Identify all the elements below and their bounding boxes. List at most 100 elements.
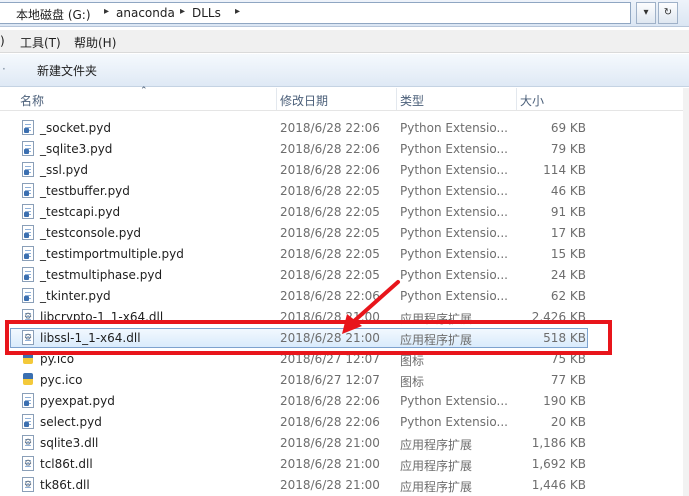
file-row[interactable]: sqlite3.dll 2018/6/28 21:00 应用程序扩展 1,186 KB: [0, 433, 689, 454]
file-row[interactable]: _testbuffer.pyd 2018/6/28 22:05 Python Ext…: [0, 181, 689, 202]
column-divider[interactable]: [396, 88, 397, 110]
column-header-size[interactable]: 大小: [520, 92, 544, 109]
file-row[interactable]: _testconsole.pyd 2018/6/28 22:05 Python Ex…: [0, 223, 689, 244]
menu-item-partial[interactable]: ): [0, 34, 5, 48]
file-row[interactable]: _sqlite3.pyd 2018/6/28 22:06 Python Extens…: [0, 139, 689, 160]
file-name: pyexpat.pyd: [40, 394, 115, 408]
column-divider[interactable]: [516, 88, 517, 110]
file-type: Python Extensio...: [400, 205, 508, 219]
file-name: libssl-1_1-x64.dll: [40, 331, 141, 345]
dll-file-icon: [22, 477, 34, 492]
file-type: 应用程序扩展: [400, 480, 473, 494]
column-divider[interactable]: [276, 88, 277, 110]
scrollbar[interactable]: [683, 88, 689, 496]
pyd-file-icon: [22, 393, 34, 408]
file-row[interactable]: _testcapi.pyd 2018/6/28 22:05 Python Exten…: [0, 202, 689, 223]
file-name: _testcapi.pyd: [40, 205, 121, 219]
file-row[interactable]: pyexpat.pyd 2018/6/28 22:06 Python Extensi…: [0, 391, 689, 412]
file-size: 46 KB: [550, 184, 586, 198]
file-size: 69 KB: [550, 121, 586, 135]
file-modified-date: 2018/6/28 21:00: [280, 478, 380, 492]
pyd-file-icon: [22, 267, 34, 282]
file-row-selected[interactable]: libssl-1_1-x64.dll 2018/6/28 21:00 应用程序扩展 5…: [0, 328, 689, 349]
breadcrumb-drive[interactable]: 本地磁盘 (G:): [16, 6, 91, 23]
column-header-date[interactable]: 修改日期: [280, 92, 328, 109]
file-size: 190 KB: [543, 394, 586, 408]
file-modified-date: 2018/6/28 21:00: [280, 457, 380, 471]
command-toolbar: · 新建文件夹: [0, 54, 689, 87]
file-modified-date: 2018/6/28 21:00: [280, 331, 380, 345]
file-name: py.ico: [40, 352, 75, 366]
file-name: _testimportmultiple.pyd: [40, 247, 184, 261]
file-name: _tkinter.pyd: [40, 289, 111, 303]
menu-item-tools[interactable]: 工具(T): [20, 34, 61, 51]
file-size: 24 KB: [550, 268, 586, 282]
menu-bar: ) 工具(T) 帮助(H): [0, 30, 689, 53]
toolbar-partial-item[interactable]: ·: [2, 62, 6, 76]
file-type: 图标: [400, 354, 425, 368]
file-type: 应用程序扩展: [400, 312, 473, 326]
file-name: _sqlite3.pyd: [40, 142, 113, 156]
file-size: 91 KB: [550, 205, 586, 219]
pyd-file-icon: [22, 162, 34, 177]
column-header-type[interactable]: 类型: [400, 92, 424, 109]
address-dropdown-icon[interactable]: ▾: [636, 2, 656, 24]
file-modified-date: 2018/6/28 22:06: [280, 415, 380, 429]
file-size: 15 KB: [550, 247, 586, 261]
file-type: 应用程序扩展: [400, 438, 473, 452]
file-size: 1,692 KB: [531, 457, 586, 471]
file-size: 2,426 KB: [531, 310, 586, 324]
file-row[interactable]: tcl86t.dll 2018/6/28 21:00 应用程序扩展 1,692 KB: [0, 454, 689, 475]
breadcrumb-separator-icon[interactable]: ▸: [180, 6, 185, 17]
file-modified-date: 2018/6/28 22:05: [280, 268, 380, 282]
file-size: 20 KB: [550, 415, 586, 429]
file-size: 79 KB: [550, 142, 586, 156]
new-folder-button[interactable]: 新建文件夹: [37, 62, 97, 79]
file-row[interactable]: libcrypto-1_1-x64.dll 2018/6/28 21:00 应用程序…: [0, 307, 689, 328]
file-size: 114 KB: [543, 163, 586, 177]
file-type: Python Extensio...: [400, 226, 508, 240]
file-size: 1,186 KB: [531, 436, 586, 450]
file-row[interactable]: select.pyd 2018/6/28 22:06 Python Extensio…: [0, 412, 689, 433]
file-size: 62 KB: [550, 289, 586, 303]
file-row[interactable]: pyc.ico 2018/6/27 12:07 图标 77 KB: [0, 370, 689, 391]
dll-file-icon: [22, 330, 34, 345]
file-row[interactable]: _testmultiphase.pyd 2018/6/28 22:05 Python…: [0, 265, 689, 286]
file-row[interactable]: _socket.pyd 2018/6/28 22:06 Python Extensi…: [0, 118, 689, 139]
menu-item-help[interactable]: 帮助(H): [74, 34, 116, 51]
column-header-name[interactable]: 名称: [20, 92, 44, 109]
file-name: pyc.ico: [40, 373, 83, 387]
refresh-icon[interactable]: ↻: [658, 2, 678, 24]
breadcrumb-separator-icon[interactable]: ▸: [235, 6, 240, 17]
dll-file-icon: [22, 456, 34, 471]
address-path-box[interactable]: 本地磁盘 (G:) ▸ anaconda ▸ DLLs ▸: [0, 2, 631, 24]
file-type: Python Extensio...: [400, 268, 508, 282]
file-row[interactable]: py.ico 2018/6/27 12:07 图标 75 KB: [0, 349, 689, 370]
dll-file-icon: [22, 309, 34, 324]
breadcrumb-separator-icon[interactable]: ▸: [104, 6, 109, 17]
file-row[interactable]: tk86t.dll 2018/6/28 21:00 应用程序扩展 1,446 KB: [0, 475, 689, 496]
breadcrumb-anaconda[interactable]: anaconda: [116, 6, 175, 20]
file-name: _socket.pyd: [40, 121, 111, 135]
file-row[interactable]: _ssl.pyd 2018/6/28 22:06 Python Extensio..…: [0, 160, 689, 181]
pyd-file-icon: [22, 288, 34, 303]
file-type: Python Extensio...: [400, 394, 508, 408]
file-modified-date: 2018/6/28 22:05: [280, 205, 380, 219]
file-name: tk86t.dll: [40, 478, 90, 492]
file-type: 应用程序扩展: [400, 333, 473, 347]
file-size: 75 KB: [550, 352, 586, 366]
breadcrumb-dlls[interactable]: DLLs: [192, 6, 221, 20]
file-name: sqlite3.dll: [40, 436, 99, 450]
file-type: Python Extensio...: [400, 163, 508, 177]
python-ico-icon: [22, 351, 34, 366]
pyd-file-icon: [22, 414, 34, 429]
file-type: Python Extensio...: [400, 289, 508, 303]
file-type: 图标: [400, 375, 425, 389]
file-modified-date: 2018/6/28 22:05: [280, 247, 380, 261]
file-row[interactable]: _tkinter.pyd 2018/6/28 22:06 Python Extens…: [0, 286, 689, 307]
file-row[interactable]: _testimportmultiple.pyd 2018/6/28 22:05 Py…: [0, 244, 689, 265]
file-modified-date: 2018/6/28 22:06: [280, 142, 380, 156]
file-modified-date: 2018/6/28 22:06: [280, 163, 380, 177]
file-modified-date: 2018/6/28 22:06: [280, 394, 380, 408]
file-name: _ssl.pyd: [40, 163, 88, 177]
